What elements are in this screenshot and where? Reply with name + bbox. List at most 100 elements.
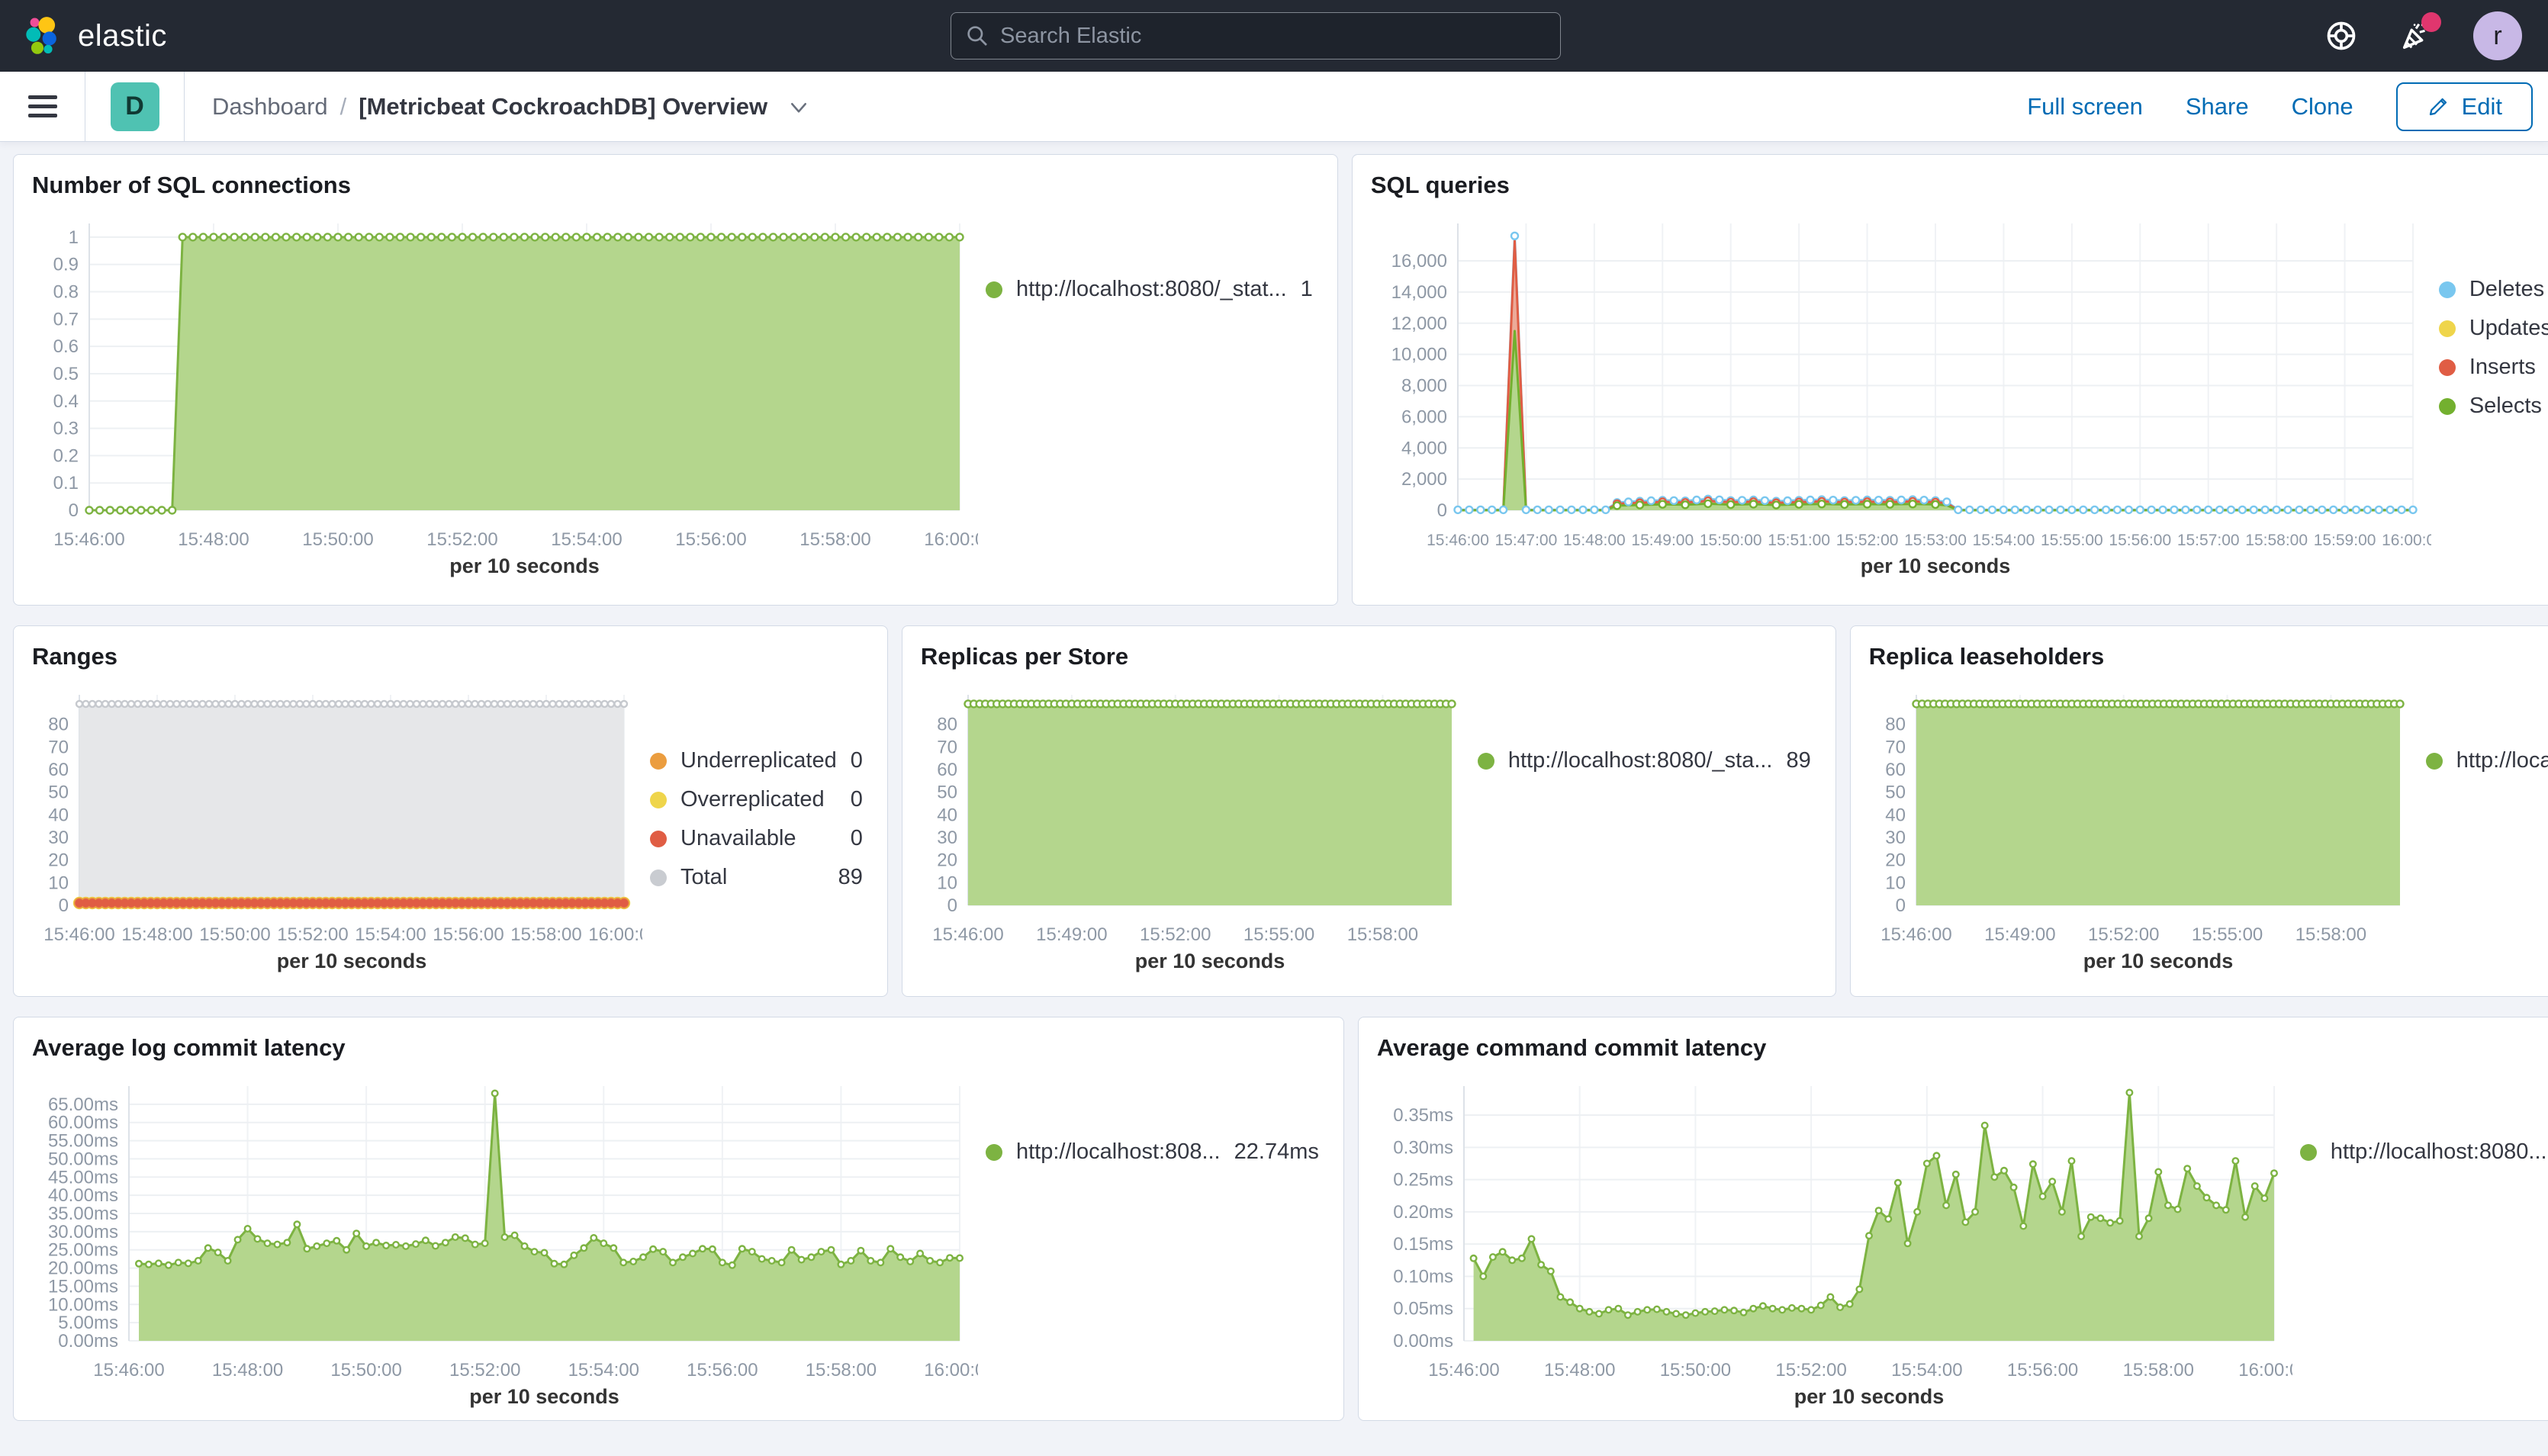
help-button[interactable] — [2324, 18, 2359, 53]
dashboard-app-badge[interactable]: D — [111, 82, 159, 131]
svg-text:0.9: 0.9 — [53, 255, 79, 275]
main-menu-button[interactable] — [0, 72, 85, 142]
user-avatar[interactable]: r — [2473, 11, 2522, 60]
legend-item[interactable]: Underreplicated 0 — [650, 748, 869, 773]
svg-text:40: 40 — [937, 805, 957, 825]
panel-title: Ranges — [32, 643, 869, 670]
legend-item[interactable]: Unavailable 0 — [650, 826, 869, 851]
svg-text:12,000: 12,000 — [1391, 313, 1446, 334]
svg-text:50: 50 — [1885, 783, 1906, 803]
legend-series-dot — [986, 1144, 1002, 1161]
elastic-logo-icon — [21, 14, 64, 57]
svg-text:15:48:00: 15:48:00 — [121, 924, 192, 945]
panel-title: Average command commit latency — [1377, 1034, 2548, 1062]
svg-text:6,000: 6,000 — [1401, 407, 1447, 427]
svg-text:0.5: 0.5 — [53, 364, 79, 384]
breadcrumb-dashboard-link[interactable]: Dashboard — [212, 93, 328, 121]
panel-log-commit-latency: Average log commit latency 15:46:0015:48… — [13, 1017, 1344, 1421]
svg-text:15:54:00: 15:54:00 — [551, 529, 622, 550]
legend-series-label: http://localhost:808... — [1016, 1139, 1221, 1165]
svg-text:0.1: 0.1 — [53, 473, 79, 493]
legend-series-label: Underreplicated — [680, 748, 837, 773]
legend-series-dot — [986, 281, 1002, 298]
sql-queries-chart[interactable]: 15:46:0015:47:0015:48:0015:49:0015:50:00… — [1371, 204, 2431, 585]
svg-text:0.35ms: 0.35ms — [1393, 1105, 1453, 1126]
svg-text:40: 40 — [48, 805, 69, 825]
global-search[interactable] — [951, 12, 1561, 59]
svg-text:70: 70 — [1885, 737, 1906, 757]
legend-item[interactable]: http://localhost:8080/_sta... 89 — [1478, 748, 1817, 773]
svg-text:per 10 seconds: per 10 seconds — [2083, 950, 2233, 972]
svg-text:70: 70 — [937, 737, 957, 757]
legend-series-dot — [2439, 320, 2456, 337]
legend-series-value: 89 — [1787, 748, 1817, 773]
legend-series-dot — [1478, 753, 1494, 770]
svg-text:per 10 seconds: per 10 seconds — [1861, 554, 2011, 577]
full-screen-button[interactable]: Full screen — [2027, 93, 2143, 121]
svg-text:15:52:00: 15:52:00 — [277, 924, 348, 945]
legend-item[interactable]: Overreplicated 0 — [650, 787, 869, 812]
svg-text:10: 10 — [48, 873, 69, 893]
legend-item[interactable]: http://localhost:8080/_sta... 89 — [2426, 748, 2548, 773]
share-button[interactable]: Share — [2186, 93, 2249, 121]
legend-series-label: http://localhost:8080/_sta... — [1508, 748, 1773, 773]
legend-item[interactable]: Deletes 0 — [2439, 277, 2548, 302]
chart-legend: http://localhost:8080/_sta... 89 — [1470, 675, 1817, 980]
command-commit-latency-chart[interactable]: 15:46:0015:48:0015:50:0015:52:0015:54:00… — [1377, 1066, 2292, 1416]
svg-text:per 10 seconds: per 10 seconds — [1135, 950, 1285, 972]
svg-text:0.00ms: 0.00ms — [1393, 1331, 1453, 1352]
svg-text:15:46:00: 15:46:00 — [1427, 532, 1489, 549]
legend-item[interactable]: Total 89 — [650, 865, 869, 890]
svg-text:15:46:00: 15:46:00 — [93, 1360, 164, 1380]
chevron-down-icon[interactable] — [787, 95, 810, 118]
svg-text:20: 20 — [48, 850, 69, 871]
svg-text:0: 0 — [59, 895, 69, 916]
svg-text:0: 0 — [1895, 895, 1905, 916]
svg-text:0.10ms: 0.10ms — [1393, 1266, 1453, 1287]
panel-title: Replica leaseholders — [1869, 643, 2548, 670]
edit-button[interactable]: Edit — [2396, 82, 2533, 131]
legend-series-dot — [2426, 753, 2443, 770]
svg-text:15:58:00: 15:58:00 — [2295, 924, 2366, 945]
legend-item[interactable]: http://localhost:8080/_stat... 1 — [986, 277, 1319, 302]
svg-text:0.8: 0.8 — [53, 282, 79, 303]
svg-text:15:55:00: 15:55:00 — [2192, 924, 2263, 945]
svg-text:0: 0 — [69, 500, 79, 521]
news-feed-button[interactable] — [2398, 18, 2434, 53]
svg-text:15:53:00: 15:53:00 — [1904, 532, 1967, 549]
svg-text:80: 80 — [48, 715, 69, 735]
search-input[interactable] — [1000, 24, 1546, 49]
panel-title: Number of SQL connections — [32, 172, 1319, 199]
svg-text:15:47:00: 15:47:00 — [1494, 532, 1557, 549]
svg-text:15:46:00: 15:46:00 — [43, 924, 114, 945]
svg-text:60: 60 — [1885, 760, 1906, 780]
chart-legend: http://localhost:8080/_stat... 1 — [978, 204, 1319, 585]
svg-text:16:00:00: 16:00:00 — [588, 924, 642, 945]
elastic-logo[interactable]: elastic — [0, 14, 473, 57]
svg-text:15:51:00: 15:51:00 — [1768, 532, 1830, 549]
legend-item[interactable]: Inserts 0 — [2439, 355, 2548, 380]
svg-text:30: 30 — [48, 828, 69, 848]
legend-item[interactable]: Selects 0 — [2439, 394, 2548, 419]
log-commit-latency-chart[interactable]: 15:46:0015:48:0015:50:0015:52:0015:54:00… — [32, 1066, 978, 1416]
legend-series-dot — [650, 831, 667, 847]
svg-text:16:00:00: 16:00:00 — [2382, 532, 2431, 549]
legend-item[interactable]: http://localhost:808... 22.74ms — [986, 1139, 1325, 1165]
replicas-per-store-chart[interactable]: 15:46:0015:49:0015:52:0015:55:0015:58:00… — [921, 675, 1470, 980]
svg-text:15:58:00: 15:58:00 — [806, 1360, 877, 1380]
avatar-initial: r — [2493, 21, 2501, 51]
dashboard-badge-letter: D — [125, 92, 144, 121]
svg-text:0.6: 0.6 — [53, 336, 79, 357]
sql-connections-chart[interactable]: 15:46:0015:48:0015:50:0015:52:0015:54:00… — [32, 204, 978, 585]
clone-button[interactable]: Clone — [2292, 93, 2353, 121]
replica-leaseholders-chart[interactable]: 15:46:0015:49:0015:52:0015:55:0015:58:00… — [1869, 675, 2418, 980]
legend-item[interactable]: http://localhost:8080... 0.26ms — [2300, 1139, 2548, 1165]
svg-text:80: 80 — [1885, 715, 1906, 735]
panel-command-commit-latency: Average command commit latency 15:46:001… — [1358, 1017, 2548, 1421]
svg-text:15:46:00: 15:46:00 — [932, 924, 1003, 945]
legend-item[interactable]: Updates 0 — [2439, 316, 2548, 341]
svg-text:2,000: 2,000 — [1401, 469, 1447, 490]
ranges-chart[interactable]: 15:46:0015:48:0015:50:0015:52:0015:54:00… — [32, 675, 642, 980]
chart-legend: Deletes 0 Updates 0 Inserts 0 — [2431, 204, 2548, 585]
svg-text:15:49:00: 15:49:00 — [1036, 924, 1107, 945]
